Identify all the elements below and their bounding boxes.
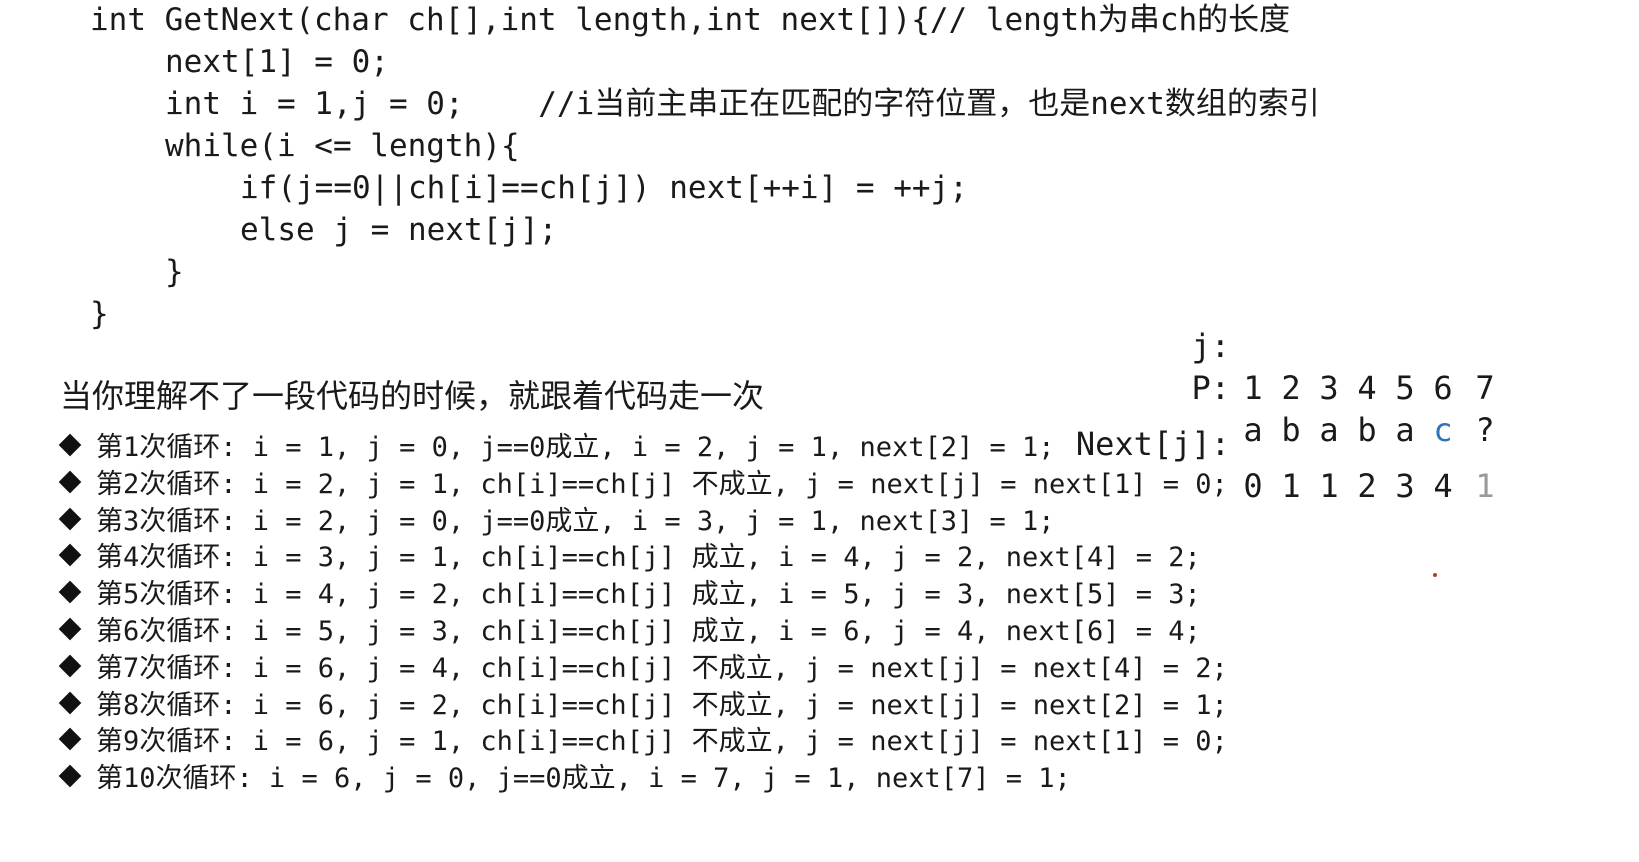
step-text: 第3次循环: i = 2, j = 0, j==0成立, i = 3, j = …	[96, 506, 1055, 537]
step-text: 第1次循环: i = 1, j = 0, j==0成立, i = 2, j = …	[96, 432, 1055, 463]
step-item: 第3次循环: i = 2, j = 0, j==0成立, i = 3, j = …	[58, 503, 1055, 540]
step-item: 第10次循环: i = 6, j = 0, j==0成立, i = 7, j =…	[58, 760, 1071, 797]
bullet-diamond-icon	[58, 727, 82, 751]
step-text: 第2次循环: i = 2, j = 1, ch[i]==ch[j] 不成立, j…	[96, 469, 1228, 500]
step-text: 第4次循环: i = 3, j = 1, ch[i]==ch[j] 成立, i …	[96, 542, 1201, 573]
step-item: 第9次循环: i = 6, j = 1, ch[i]==ch[j] 不成立, j…	[58, 723, 1228, 760]
next-cell-3: 1	[1319, 467, 1339, 505]
bullet-diamond-icon	[58, 507, 82, 531]
step-text: 第8次循环: i = 6, j = 2, ch[i]==ch[j] 不成立, j…	[96, 690, 1228, 721]
bullet-diamond-icon	[58, 764, 82, 788]
step-item: 第6次循环: i = 5, j = 3, ch[i]==ch[j] 成立, i …	[58, 613, 1201, 650]
step-text: 第7次循环: i = 6, j = 4, ch[i]==ch[j] 不成立, j…	[96, 653, 1228, 684]
step-text: 第9次循环: i = 6, j = 1, ch[i]==ch[j] 不成立, j…	[96, 726, 1228, 757]
bullet-diamond-icon	[58, 691, 82, 715]
bullet-diamond-icon	[58, 543, 82, 567]
bullet-diamond-icon	[58, 654, 82, 678]
step-item: 第4次循环: i = 3, j = 1, ch[i]==ch[j] 成立, i …	[58, 539, 1201, 576]
step-item: 第5次循环: i = 4, j = 2, ch[i]==ch[j] 成立, i …	[58, 576, 1201, 613]
code-line-1: int GetNext(char ch[],int length,int nex…	[90, 2, 1291, 38]
code-line-3: int i = 1,j = 0; //i当前主串正在匹配的字符位置，也是next…	[165, 86, 1320, 122]
stray-dot	[1433, 573, 1437, 577]
bullet-diamond-icon	[58, 580, 82, 604]
step-item: 第1次循环: i = 1, j = 0, j==0成立, i = 2, j = …	[58, 429, 1055, 466]
step-text: 第6次循环: i = 5, j = 3, ch[i]==ch[j] 成立, i …	[96, 616, 1201, 647]
next-row: Next[j]: 0112341	[0, 381, 1639, 505]
step-item: 第8次循环: i = 6, j = 2, ch[i]==ch[j] 不成立, j…	[58, 687, 1228, 724]
step-text: 第5次循环: i = 4, j = 2, ch[i]==ch[j] 成立, i …	[96, 579, 1201, 610]
j-row: j: 1234567	[0, 283, 1639, 407]
next-cell-7: 1	[1475, 467, 1495, 505]
code-line-5: if(j==0||ch[i]==ch[j]) next[++i] = ++j;	[240, 170, 968, 206]
next-cell-4: 2	[1357, 467, 1377, 505]
step-item: 第7次循环: i = 6, j = 4, ch[i]==ch[j] 不成立, j…	[58, 650, 1228, 687]
bullet-diamond-icon	[58, 617, 82, 641]
next-cell-1: 0	[1243, 467, 1263, 505]
next-cell-2: 1	[1281, 467, 1301, 505]
code-line-6: else j = next[j];	[240, 212, 558, 248]
step-item: 第2次循环: i = 2, j = 1, ch[i]==ch[j] 不成立, j…	[58, 466, 1228, 503]
next-label: Next[j]:	[1075, 425, 1230, 463]
next-cell-6: 4	[1433, 467, 1453, 505]
p-row: P: a b a b a c?	[0, 325, 1639, 449]
bullet-diamond-icon	[58, 433, 82, 457]
code-line-4: while(i <= length){	[165, 128, 520, 164]
next-cell-5: 3	[1395, 467, 1415, 505]
bullet-diamond-icon	[58, 470, 82, 494]
step-text: 第10次循环: i = 6, j = 0, j==0成立, i = 7, j =…	[96, 763, 1071, 794]
code-line-2: next[1] = 0;	[165, 44, 389, 80]
